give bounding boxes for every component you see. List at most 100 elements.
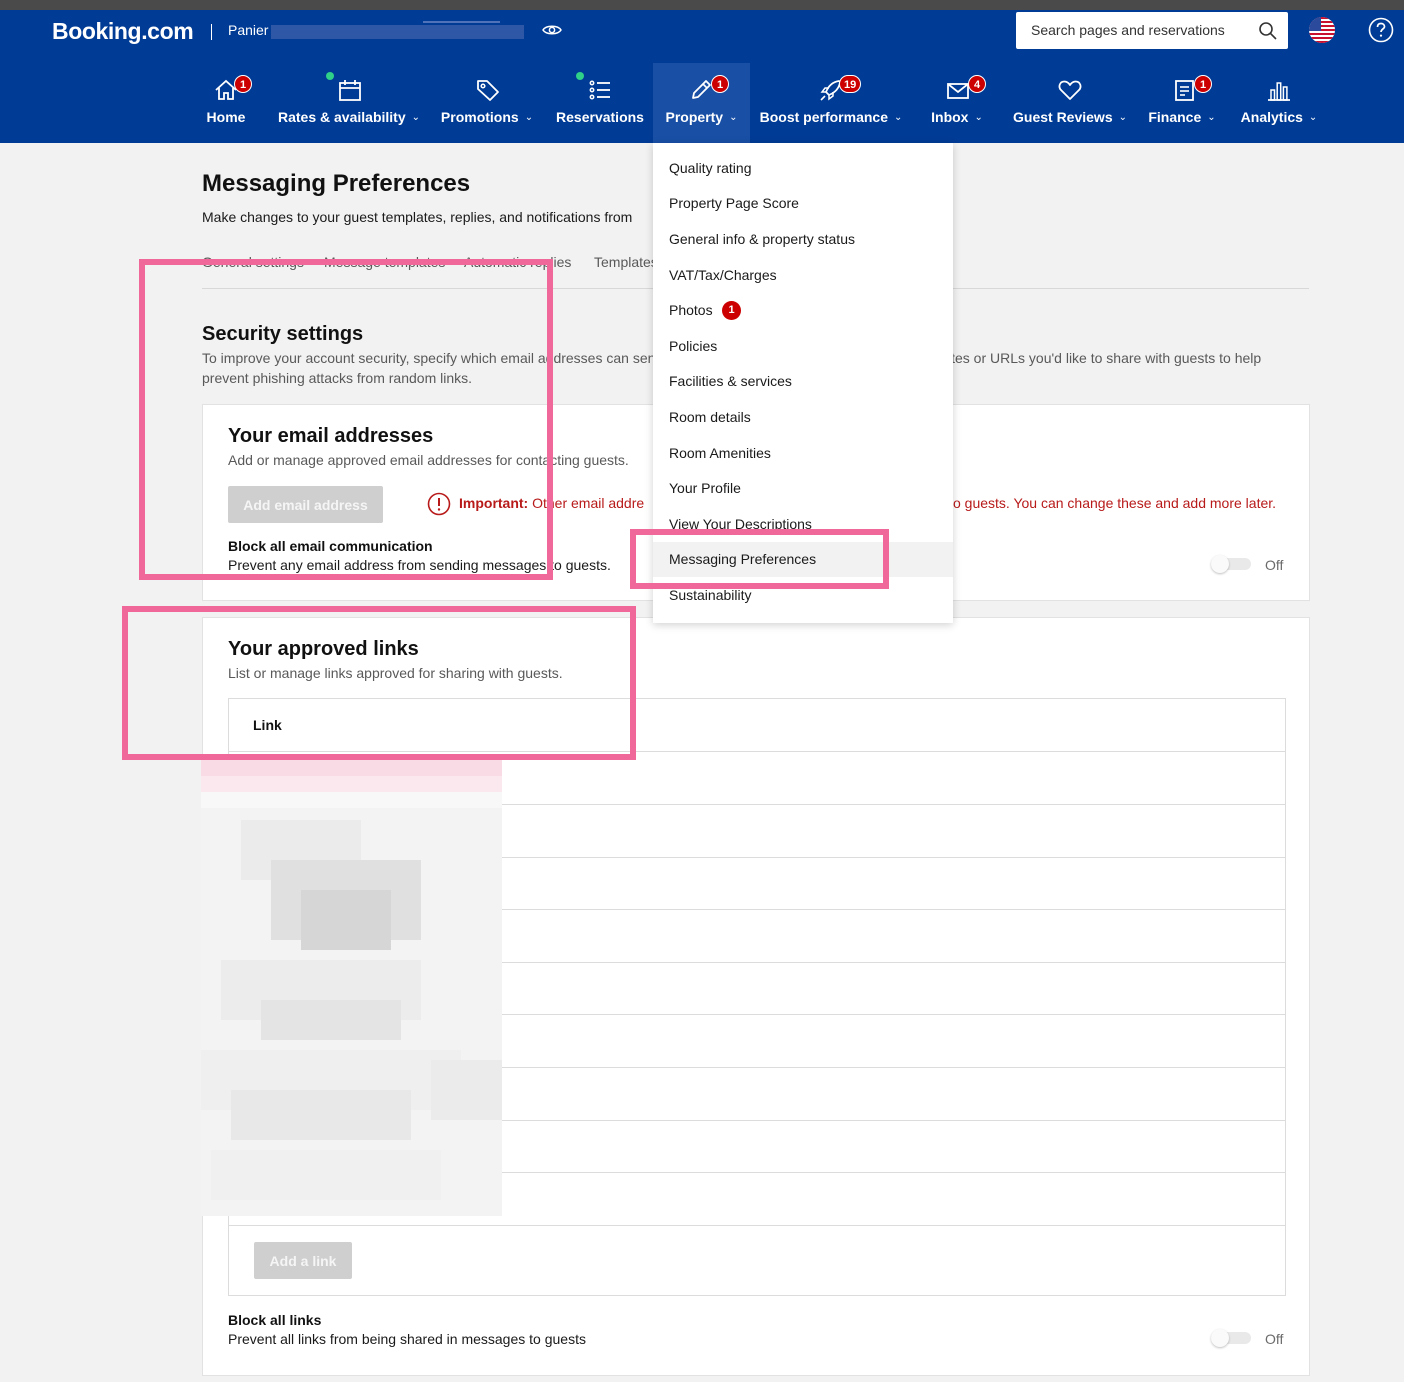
menu-item-policies[interactable]: Policies	[653, 329, 953, 364]
block-email-toggle-state: Off	[1265, 557, 1284, 573]
menu-item-label: Facilities & services	[669, 373, 792, 389]
block-email-description: Prevent any email address from sending m…	[228, 557, 611, 573]
nav-finance[interactable]: 1 Finance ⌄	[1146, 63, 1218, 143]
menu-item-view-descriptions[interactable]: View Your Descriptions	[653, 507, 953, 542]
inbox-badge: 4	[968, 75, 986, 93]
page-title: Messaging Preferences	[202, 170, 471, 197]
block-links-toggle[interactable]	[1211, 1329, 1251, 1347]
menu-item-label: Room details	[669, 409, 751, 425]
nav-rates-availability[interactable]: Rates & availability ⌄	[278, 63, 420, 143]
logo-separator	[211, 24, 212, 40]
search-box[interactable]	[1016, 12, 1288, 49]
menu-item-label: Sustainability	[669, 587, 752, 603]
property-name[interactable]: Panier	[228, 22, 268, 38]
menu-item-room-amenities[interactable]: Room Amenities	[653, 436, 953, 471]
table-row-divider	[229, 751, 1285, 752]
list-icon	[589, 80, 610, 100]
reservations-new-dot	[576, 72, 584, 80]
nav-promotions-label: Promotions ⌄	[440, 109, 534, 125]
tab-message-templates[interactable]: Message templates	[324, 254, 445, 270]
search-icon[interactable]	[1258, 21, 1278, 41]
links-card-description: List or manage links approved for sharin…	[228, 665, 563, 681]
nav-finance-label: Finance ⌄	[1148, 109, 1216, 125]
menu-item-label: VAT/Tax/Charges	[669, 267, 777, 283]
menu-item-sustainability[interactable]: Sustainability	[653, 578, 953, 613]
menu-item-general-info[interactable]: General info & property status	[653, 222, 953, 257]
nav-guest-reviews-label: Guest Reviews ⌄	[1013, 109, 1127, 125]
nav-rates-label: Rates & availability ⌄	[278, 109, 421, 125]
menu-item-label: Photos	[669, 302, 713, 318]
nav-property-label: Property ⌄	[665, 109, 738, 125]
heart-icon	[1058, 80, 1082, 100]
photos-badge: 1	[722, 301, 741, 320]
browser-top-strip	[0, 0, 1404, 10]
finance-badge: 1	[1194, 75, 1212, 93]
tab-automatic-replies[interactable]: Automatic replies	[464, 254, 571, 270]
nav-promotions[interactable]: Promotions ⌄	[440, 63, 534, 143]
block-links-description: Prevent all links from being shared in m…	[228, 1331, 586, 1347]
menu-item-photos[interactable]: Photos 1	[653, 293, 953, 328]
email-card-description: Add or manage approved email addresses f…	[228, 452, 629, 468]
menu-item-label: Messaging Preferences	[669, 551, 817, 567]
eye-icon[interactable]	[542, 22, 562, 38]
important-text: Other email addre	[532, 495, 645, 511]
nav-home-label: Home	[206, 109, 246, 125]
bar-chart-icon	[1268, 82, 1290, 101]
menu-item-label: Property Page Score	[669, 195, 799, 211]
menu-item-label: Quality rating	[669, 160, 752, 176]
menu-item-label: Room Amenities	[669, 445, 771, 461]
add-link-button[interactable]: Add a link	[254, 1242, 352, 1279]
menu-item-property-page-score[interactable]: Property Page Score	[653, 186, 953, 221]
important-notice: Important: Other email addre	[459, 495, 644, 511]
nav-reservations-label: Reservations	[556, 109, 644, 125]
menu-item-label: Policies	[669, 338, 718, 354]
us-flag-icon[interactable]	[1309, 17, 1335, 43]
rates-new-dot	[326, 72, 334, 80]
tab-general-settings[interactable]: General settings	[202, 254, 304, 270]
nav-home[interactable]: 1 Home	[198, 63, 254, 143]
security-settings-title: Security settings	[202, 323, 364, 345]
home-badge: 1	[234, 75, 252, 93]
redacted-property-id	[271, 21, 524, 39]
tag-icon	[477, 80, 499, 101]
tab-templates[interactable]: Templates	[594, 254, 658, 270]
menu-item-quality-rating[interactable]: Quality rating	[653, 151, 953, 186]
nav-analytics-label: Analytics ⌄	[1240, 109, 1318, 125]
calendar-icon	[339, 80, 361, 101]
top-header: Booking.com Panier 1 Home	[0, 10, 1404, 143]
add-email-address-button[interactable]: Add email address	[228, 486, 383, 523]
table-row-divider	[229, 1225, 1285, 1226]
menu-item-vat-tax-charges[interactable]: VAT/Tax/Charges	[653, 258, 953, 293]
toggle-knob	[1211, 1329, 1229, 1347]
nav-inbox-label: Inbox ⌄	[931, 109, 983, 125]
booking-logo[interactable]: Booking.com	[52, 18, 194, 45]
link-column-header: Link	[253, 717, 282, 733]
nav-property[interactable]: 1 Property ⌄	[653, 63, 750, 143]
nav-inbox[interactable]: 4 Inbox ⌄	[926, 63, 988, 143]
menu-item-label: General info & property status	[669, 231, 855, 247]
menu-item-messaging-preferences[interactable]: Messaging Preferences	[653, 542, 953, 577]
toggle-knob	[1211, 555, 1229, 573]
pixelated-redaction	[201, 760, 502, 1216]
block-email-title: Block all email communication	[228, 538, 433, 554]
nav-analytics[interactable]: Analytics ⌄	[1238, 63, 1320, 143]
menu-item-room-details[interactable]: Room details	[653, 400, 953, 435]
block-links-title: Block all links	[228, 1312, 322, 1328]
nav-boost-performance[interactable]: 19 Boost performance ⌄	[758, 63, 904, 143]
warning-icon	[427, 492, 451, 516]
important-label: Important:	[459, 495, 529, 511]
nav-reservations[interactable]: Reservations	[553, 63, 647, 143]
nav-guest-reviews[interactable]: Guest Reviews ⌄	[1010, 63, 1130, 143]
property-dropdown-menu: Quality rating Property Page Score Gener…	[653, 143, 953, 623]
links-card-title: Your approved links	[228, 638, 419, 660]
block-email-toggle[interactable]	[1211, 555, 1251, 573]
email-card-title: Your email addresses	[228, 425, 434, 447]
help-icon[interactable]	[1368, 17, 1394, 43]
menu-item-facilities-services[interactable]: Facilities & services	[653, 364, 953, 399]
page-subtitle: Make changes to your guest templates, re…	[202, 209, 633, 225]
search-input[interactable]	[1031, 22, 1261, 38]
boost-badge: 19	[839, 75, 862, 93]
menu-item-label: Your Profile	[669, 480, 741, 496]
block-links-toggle-state: Off	[1265, 1331, 1284, 1347]
menu-item-your-profile[interactable]: Your Profile	[653, 471, 953, 506]
